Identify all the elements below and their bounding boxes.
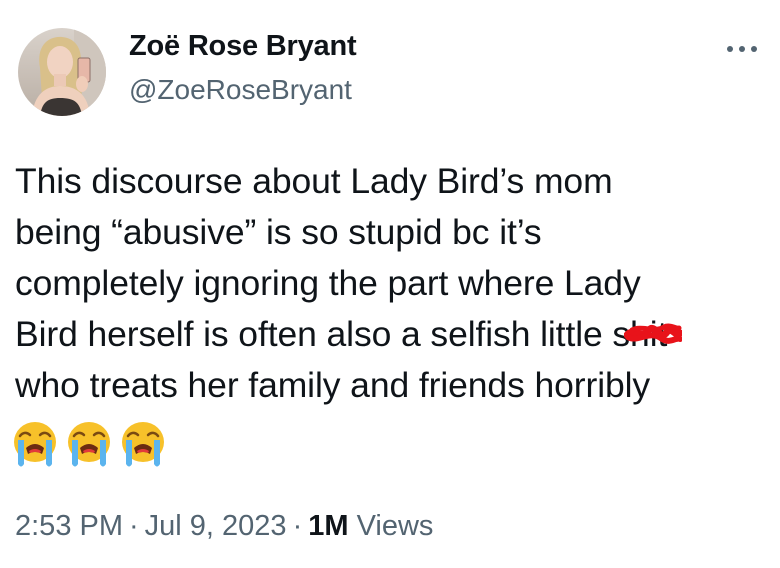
tweet-line: who treats her family and friends horrib… <box>15 365 651 405</box>
censored-word-text: shit <box>612 314 668 354</box>
tweet-meta: 2:53 PM · Jul 9, 2023 · 1M Views <box>15 510 433 543</box>
tweet-line: Bird herself is often also a selfish lit… <box>15 309 765 360</box>
separator: · <box>129 510 139 542</box>
views-stat[interactable]: 1M Views <box>308 510 433 542</box>
author-handle[interactable]: @ZoeRoseBryant <box>129 74 352 106</box>
censored-word: shit <box>612 309 683 360</box>
views-count: 1M <box>308 510 349 542</box>
separator: · <box>292 510 303 542</box>
tweet-date: Jul 9, 2023 <box>144 510 287 542</box>
loudly-crying-face-emoji <box>122 422 164 467</box>
loudly-crying-face-emoji <box>68 422 110 467</box>
profile-photo <box>18 28 106 116</box>
more-options-button[interactable] <box>722 34 762 64</box>
more-horizontal-icon <box>727 46 757 52</box>
tweet-text: This discourse about Lady Bird’s mom bei… <box>15 156 765 411</box>
tweet-line: being “abusive” is so stupid bc it’s <box>15 212 542 252</box>
loudly-crying-face-emoji <box>14 422 56 467</box>
tweet-timestamp[interactable]: 2:53 PM · Jul 9, 2023 <box>15 510 287 542</box>
tweet-line: This discourse about Lady Bird’s mom <box>15 161 613 201</box>
emoji-row <box>12 420 166 474</box>
views-label: Views <box>356 510 434 542</box>
tweet-line-text: Bird herself is often also a selfish lit… <box>15 314 613 354</box>
tweet-time: 2:53 PM <box>15 510 123 542</box>
author-name[interactable]: Zoë Rose Bryant <box>129 30 357 63</box>
avatar[interactable] <box>18 28 106 116</box>
tweet-line: completely ignoring the part where Lady <box>15 263 641 303</box>
